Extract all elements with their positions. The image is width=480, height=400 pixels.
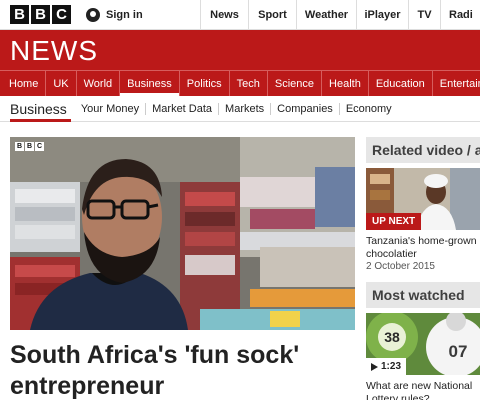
bbc-logo-letter: B	[31, 5, 50, 24]
nav-health[interactable]: Health	[321, 71, 368, 96]
business-subnav: Business Your Money Market Data Markets …	[0, 96, 480, 122]
nav-education[interactable]: Education	[367, 71, 432, 96]
ball-number: 38	[384, 329, 400, 345]
topnav-iplayer[interactable]: iPlayer	[356, 0, 408, 30]
topnav-radio[interactable]: Radi	[440, 0, 480, 30]
subnav-economy[interactable]: Economy	[338, 102, 398, 115]
top-bar: B B C Sign in News Sport Weather iPlayer…	[0, 0, 480, 30]
video-still-image	[10, 137, 355, 330]
duration-label: 1:23	[381, 361, 402, 372]
bbc-watermark: B B C	[15, 142, 44, 151]
topnav-weather[interactable]: Weather	[296, 0, 356, 30]
related-video-heading: Related video / a	[366, 137, 480, 163]
watermark-letter: B	[15, 142, 24, 151]
subnav-markets[interactable]: Markets	[218, 102, 270, 115]
subnav-your-money[interactable]: Your Money	[75, 103, 145, 115]
topnav-news[interactable]: News	[200, 0, 248, 30]
nav-business[interactable]: Business	[119, 71, 179, 96]
news-masthead: NEWS	[0, 30, 480, 70]
related-video-title[interactable]: Tanzania's home-grown chocolatier	[366, 235, 480, 261]
user-icon	[86, 8, 100, 22]
topnav-tv[interactable]: TV	[408, 0, 440, 30]
news-logo[interactable]: NEWS	[10, 35, 98, 67]
video-duration-badge: 1:23	[366, 358, 407, 375]
top-navigation: News Sport Weather iPlayer TV Radi	[200, 0, 480, 30]
sign-in-label: Sign in	[106, 9, 143, 21]
bbc-logo[interactable]: B B C	[10, 5, 71, 24]
related-video-date: 2 October 2015	[366, 261, 435, 272]
nav-home[interactable]: Home	[0, 71, 45, 96]
nav-uk[interactable]: UK	[45, 71, 75, 96]
nav-world[interactable]: World	[75, 71, 120, 96]
section-navigation: Home UK World Business Politics Tech Sci…	[0, 70, 480, 96]
sign-in-link[interactable]: Sign in	[86, 0, 143, 30]
topnav-sport[interactable]: Sport	[248, 0, 296, 30]
section-title[interactable]: Business	[10, 96, 75, 122]
most-watched-title[interactable]: What are new National Lottery rules?	[366, 380, 480, 400]
article-headline: South Africa's 'fun sock' entrepreneur	[10, 341, 300, 400]
nav-entertainment[interactable]: Entertain	[431, 71, 480, 96]
subnav-companies[interactable]: Companies	[270, 102, 339, 115]
video-player[interactable]: B B C	[10, 137, 355, 330]
up-next-badge: UP NEXT	[366, 213, 422, 230]
nav-tech[interactable]: Tech	[228, 71, 267, 96]
bbc-logo-letter: C	[52, 5, 71, 24]
watermark-letter: B	[25, 142, 34, 151]
play-icon	[371, 362, 378, 371]
bbc-logo-letter: B	[10, 5, 29, 24]
nav-politics[interactable]: Politics	[178, 71, 229, 96]
subnav-market-data[interactable]: Market Data	[145, 102, 218, 115]
nav-science[interactable]: Science	[266, 71, 321, 96]
most-watched-heading: Most watched	[366, 282, 480, 308]
watermark-letter: C	[35, 142, 44, 151]
ball-number: 07	[449, 342, 468, 361]
